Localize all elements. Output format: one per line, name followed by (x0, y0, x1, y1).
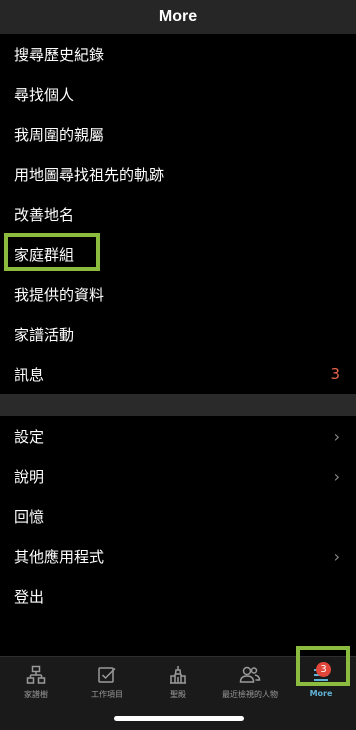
chevron-right-icon: › (333, 466, 340, 486)
menu-item-ancestor-map[interactable]: 用地圖尋找祖先的軌跡 (0, 154, 356, 194)
tab-recent-people[interactable]: 最近檢視的人物 (214, 657, 286, 707)
tab-label: 最近檢視的人物 (222, 690, 278, 699)
main-menu-list: 搜尋歷史紀錄 尋找個人 我周圍的親屬 用地圖尋找祖先的軌跡 改善地名 家庭群組 … (0, 34, 356, 394)
menu-item-label: 其他應用程式 (14, 547, 105, 566)
menu-item-family-groups[interactable]: 家庭群組 (0, 234, 356, 274)
page-title: More (158, 8, 198, 25)
menu-item-label: 訊息 (14, 365, 45, 384)
menu-item-search-history[interactable]: 搜尋歷史紀錄 (0, 34, 356, 74)
tab-label: 工作項目 (91, 690, 123, 699)
menu-item-label: 設定 (14, 427, 45, 446)
tree-icon (26, 665, 46, 684)
section-divider (0, 394, 356, 416)
menu-item-help[interactable]: 說明 › (0, 456, 356, 496)
menu-item-find-person[interactable]: 尋找個人 (0, 74, 356, 114)
menu-item-sign-out[interactable]: 登出 (0, 576, 356, 616)
checklist-icon (98, 667, 116, 683)
menu-item-label: 改善地名 (14, 205, 75, 224)
tab-label: More (309, 689, 333, 698)
menu-item-label: 說明 (14, 467, 45, 486)
people-icon (239, 666, 261, 683)
menu-item-settings[interactable]: 設定 › (0, 416, 356, 456)
temple-icon (170, 666, 186, 684)
tab-tasks[interactable]: 工作項目 (72, 657, 142, 707)
chevron-right-icon: › (333, 426, 340, 446)
navigation-header: More (0, 0, 356, 34)
menu-item-label: 回憶 (14, 507, 45, 526)
menu-item-family-history-activities[interactable]: 家譜活動 (0, 314, 356, 354)
menu-item-messages[interactable]: 訊息 3 (0, 354, 356, 394)
menu-item-label: 尋找個人 (14, 85, 75, 104)
menu-item-label: 登出 (14, 587, 45, 606)
menu-item-label: 家譜活動 (14, 325, 75, 344)
unread-count: 3 (330, 365, 340, 383)
menu-item-memories[interactable]: 回憶 (0, 496, 356, 536)
menu-item-label: 用地圖尋找祖先的軌跡 (14, 165, 165, 184)
menu-item-improve-place-names[interactable]: 改善地名 (0, 194, 356, 234)
chevron-right-icon: › (333, 546, 340, 566)
secondary-menu-list: 設定 › 說明 › 回憶 其他應用程式 › 登出 (0, 416, 356, 616)
menu-item-label: 搜尋歷史紀錄 (14, 45, 105, 64)
tab-more[interactable]: 3 More (286, 657, 356, 707)
home-indicator (114, 716, 244, 721)
menu-item-other-apps[interactable]: 其他應用程式 › (0, 536, 356, 576)
menu-item-label: 我提供的資料 (14, 285, 105, 304)
tab-label: 聖殿 (170, 690, 186, 699)
menu-item-relatives-around-me[interactable]: 我周圍的親屬 (0, 114, 356, 154)
menu-item-my-contributions[interactable]: 我提供的資料 (0, 274, 356, 314)
tab-label: 家譜樹 (24, 690, 48, 699)
tab-temple[interactable]: 聖殿 (142, 657, 214, 707)
menu-item-label: 家庭群組 (14, 245, 75, 264)
tab-family-tree[interactable]: 家譜樹 (0, 657, 72, 707)
menu-item-label: 我周圍的親屬 (14, 125, 105, 144)
notification-badge: 3 (316, 662, 331, 677)
